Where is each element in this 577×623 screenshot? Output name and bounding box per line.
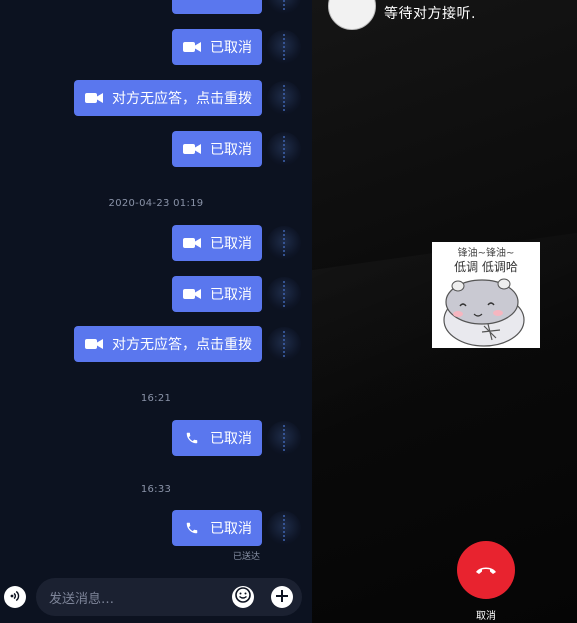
timestamp: 16:33 [140, 484, 172, 495]
avatar[interactable] [267, 511, 301, 545]
message-bubble[interactable]: 已取消 [172, 420, 262, 456]
more-options-button[interactable] [271, 586, 293, 608]
message-bubble-partial[interactable] [172, 0, 262, 14]
call-status: 等待对方接听. [384, 6, 476, 22]
voice-input-button[interactable] [4, 586, 26, 608]
chat-panel: 已取消 对方无应答，点击重拨 已取消 2020-04-23 01:19 已取消 [0, 0, 312, 623]
delivered-status: 已送达 [232, 552, 260, 562]
input-bar: 发送消息… [0, 573, 312, 623]
avatar[interactable] [267, 132, 301, 166]
plus-icon [275, 588, 289, 607]
message-bubble[interactable]: 已取消 [172, 276, 262, 312]
voice-icon [8, 588, 22, 607]
phone-icon [182, 431, 202, 445]
message-text: 已取消 [210, 40, 252, 56]
message-text: 对方无应答，点击重拨 [112, 337, 252, 353]
message-text: 对方无应答，点击重拨 [112, 91, 252, 107]
avatar[interactable] [267, 277, 301, 311]
hangup-label: 取消 [476, 611, 496, 622]
message-bubble[interactable]: 对方无应答，点击重拨 [74, 326, 262, 362]
hangup-button[interactable] [457, 541, 515, 599]
avatar[interactable] [267, 327, 301, 361]
hamster-illustration [443, 278, 525, 347]
sticker-image: 锋油~锋油~ 低调 低调哈 [432, 242, 540, 348]
message-bubble[interactable]: 已取消 [172, 510, 262, 546]
message-input[interactable]: 发送消息… [36, 578, 302, 616]
call-screen: 等待对方接听. 锋油~锋油~ 低调 低调哈 取消 [312, 0, 577, 623]
video-camera-icon [182, 142, 202, 156]
message-bubble[interactable]: 已取消 [172, 131, 262, 167]
phone-icon [182, 521, 202, 535]
video-camera-icon [84, 91, 104, 105]
timestamp: 2020-04-23 01:19 [108, 198, 204, 209]
video-camera-icon [182, 236, 202, 250]
smiley-icon [234, 586, 252, 608]
message-text: 已取消 [210, 287, 252, 303]
message-text: 已取消 [210, 521, 252, 537]
message-input-placeholder: 发送消息… [49, 591, 115, 607]
avatar[interactable] [267, 30, 301, 64]
avatar[interactable] [267, 81, 301, 115]
avatar[interactable] [267, 226, 301, 260]
video-camera-icon [182, 40, 202, 54]
video-camera-icon [84, 337, 104, 351]
video-camera-icon [182, 287, 202, 301]
hangup-icon [474, 561, 498, 580]
message-bubble[interactable]: 对方无应答，点击重拨 [74, 80, 262, 116]
message-bubble[interactable]: 已取消 [172, 225, 262, 261]
avatar[interactable] [267, 421, 301, 455]
app-root: 已取消 对方无应答，点击重拨 已取消 2020-04-23 01:19 已取消 [0, 0, 577, 623]
caller-avatar [328, 0, 376, 30]
message-text: 已取消 [210, 431, 252, 447]
emoji-button[interactable] [232, 586, 254, 608]
message-text: 已取消 [210, 142, 252, 158]
timestamp: 16:21 [140, 393, 172, 404]
message-bubble[interactable]: 已取消 [172, 29, 262, 65]
message-text: 已取消 [210, 236, 252, 252]
avatar[interactable] [267, 0, 301, 14]
